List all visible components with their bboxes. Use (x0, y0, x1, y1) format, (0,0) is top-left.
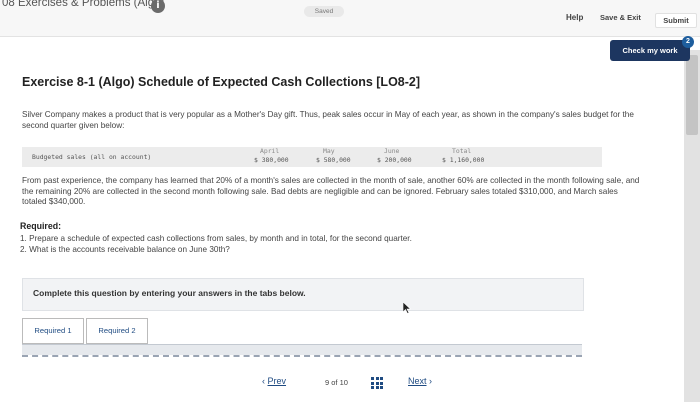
check-my-work-button[interactable]: Check my work (610, 40, 690, 61)
budget-value-april: $ 380,000 (254, 156, 289, 164)
budget-col-april: April (260, 147, 280, 155)
assignment-title: 08 Exercises & Problems (Algo) (2, 0, 165, 9)
attempts-badge: 2 (682, 36, 694, 48)
budget-col-total: Total (452, 147, 472, 155)
chevron-right-icon: › (429, 376, 433, 386)
sales-budget-table: Budgeted sales (all on account) April Ma… (22, 147, 602, 167)
save-exit-button[interactable]: Save & Exit (600, 13, 641, 22)
prev-label: Prev (267, 376, 287, 386)
collections-paragraph: From past experience, the company has le… (22, 176, 640, 206)
total-pages: 10 (339, 378, 348, 387)
exercise-title: Exercise 8-1 (Algo) Schedule of Expected… (22, 75, 421, 89)
page-of: of (331, 378, 338, 387)
help-link[interactable]: Help (566, 13, 583, 22)
budget-col-may: May (323, 147, 335, 155)
exercise-intro: Silver Company makes a product that is v… (22, 110, 634, 130)
current-page: 9 (325, 378, 330, 387)
budget-value-may: $ 580,000 (316, 156, 351, 164)
next-label: Next (408, 376, 427, 386)
next-button[interactable]: Next › (408, 376, 432, 386)
tab-required-2[interactable]: Required 2 (86, 318, 148, 344)
tab-content-divider (22, 352, 582, 357)
instructions-box: Complete this question by entering your … (22, 278, 584, 311)
cursor-icon (403, 302, 411, 314)
chevron-left-icon: ‹ (262, 376, 265, 386)
tab-required-1[interactable]: Required 1 (22, 318, 84, 344)
grid-icon[interactable] (371, 377, 383, 389)
budget-col-june: June (384, 147, 400, 155)
prev-button[interactable]: ‹ Prev (262, 376, 286, 386)
required-heading: Required: (20, 221, 62, 231)
scrollbar[interactable] (684, 50, 700, 402)
budget-value-total: $ 1,160,000 (442, 156, 485, 164)
saved-indicator: Saved (304, 6, 344, 17)
required-item: 2. What is the accounts receivable balan… (20, 245, 230, 254)
instructions-text: Complete this question by entering your … (33, 288, 306, 298)
top-bar: 08 Exercises & Problems (Algo) i Saved H… (0, 0, 700, 37)
info-icon[interactable]: i (151, 0, 165, 13)
required-item: 1. Prepare a schedule of expected cash c… (20, 234, 412, 243)
budget-value-june: $ 200,000 (377, 156, 412, 164)
submit-button[interactable]: Submit (655, 13, 697, 28)
budget-row-label: Budgeted sales (all on account) (32, 153, 152, 161)
page-indicator: 9 of 10 (325, 378, 348, 387)
scrollbar-thumb[interactable] (686, 55, 698, 135)
